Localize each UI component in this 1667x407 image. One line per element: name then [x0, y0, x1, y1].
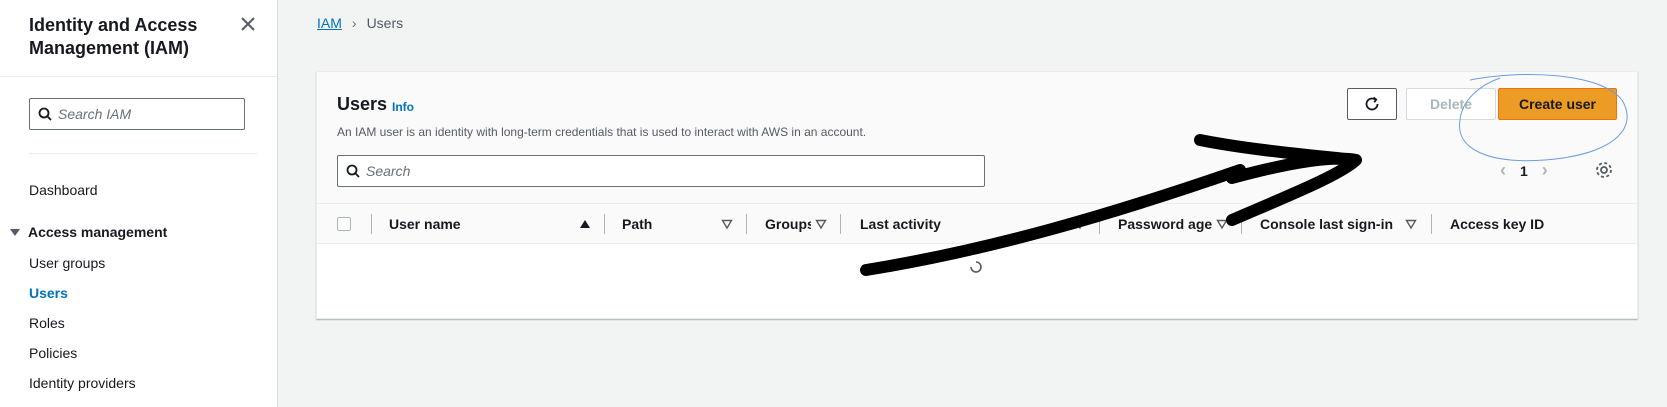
sort-icon[interactable]: [1216, 218, 1228, 230]
sort-icon[interactable]: [815, 218, 827, 230]
page-title: Users: [337, 94, 388, 114]
sidebar-item-dashboard[interactable]: Dashboard: [29, 182, 98, 198]
sidebar-search-input[interactable]: [58, 106, 238, 122]
sort-icon[interactable]: [1074, 218, 1086, 230]
column-divider: [371, 214, 372, 234]
gear-icon[interactable]: [1593, 159, 1615, 181]
delete-button[interactable]: Delete: [1406, 88, 1496, 120]
pagination: ‹ 1 ›: [1500, 160, 1548, 181]
search-icon: [38, 107, 52, 121]
chevron-left-icon[interactable]: ‹: [1500, 160, 1506, 181]
page-number[interactable]: 1: [1520, 163, 1528, 179]
divider: [0, 76, 277, 77]
sidebar-title: Identity and Access Management (IAM): [29, 15, 198, 58]
column-last-activity[interactable]: Last activity: [860, 204, 1060, 244]
table-header: User name Path Groups Last activity Pass…: [317, 204, 1637, 244]
sidebar-item-roles[interactable]: Roles: [29, 315, 65, 331]
column-path[interactable]: Path: [622, 204, 722, 244]
search-icon: [346, 164, 360, 178]
sidebar-search[interactable]: [29, 98, 245, 130]
column-user-name[interactable]: User name: [389, 204, 559, 244]
sidebar-section-access-management[interactable]: Access management: [10, 224, 167, 240]
sort-icon[interactable]: [721, 218, 733, 230]
chevron-right-icon[interactable]: ›: [1542, 160, 1548, 181]
column-access-key-id[interactable]: Access key ID: [1450, 204, 1600, 244]
column-divider: [746, 214, 747, 234]
column-groups[interactable]: Groups: [765, 204, 811, 244]
users-panel: Users Info An IAM user is an identity wi…: [316, 71, 1638, 319]
column-divider: [1099, 214, 1100, 234]
create-user-button[interactable]: Create user: [1498, 88, 1617, 120]
chevron-right-icon: ›: [351, 15, 357, 31]
panel-header: Users Info An IAM user is an identity wi…: [317, 72, 1637, 204]
search-input[interactable]: [366, 163, 966, 179]
sidebar-item-identity-providers[interactable]: Identity providers: [29, 375, 136, 391]
column-divider: [840, 214, 841, 234]
column-divider: [1241, 214, 1242, 234]
close-icon[interactable]: [238, 14, 258, 34]
sidebar-item-policies[interactable]: Policies: [29, 345, 77, 361]
refresh-button[interactable]: [1347, 88, 1397, 120]
panel-description: An IAM user is an identity with long-ter…: [337, 125, 867, 139]
sidebar: Identity and Access Management (IAM) Das…: [0, 0, 278, 407]
breadcrumb: IAM › Users: [317, 15, 403, 31]
table-search[interactable]: [337, 155, 985, 187]
sidebar-item-user-groups[interactable]: User groups: [29, 255, 105, 271]
column-console-last-sign-in[interactable]: Console last sign-in: [1260, 204, 1420, 244]
column-divider: [604, 214, 605, 234]
column-divider: [1431, 214, 1432, 234]
sort-icon[interactable]: [1405, 218, 1417, 230]
sort-ascending-icon[interactable]: [579, 218, 591, 230]
column-password-age[interactable]: Password age: [1118, 204, 1218, 244]
info-link[interactable]: Info: [392, 100, 414, 114]
breadcrumb-iam[interactable]: IAM: [317, 15, 342, 31]
divider: [29, 153, 257, 154]
loading-spinner-icon: [970, 261, 982, 273]
breadcrumb-current: Users: [366, 15, 404, 31]
section-label: Access management: [28, 224, 168, 240]
sidebar-item-users[interactable]: Users: [29, 285, 68, 301]
refresh-icon: [1365, 96, 1379, 111]
caret-down-icon: [10, 228, 20, 236]
select-all-checkbox[interactable]: [337, 217, 351, 231]
